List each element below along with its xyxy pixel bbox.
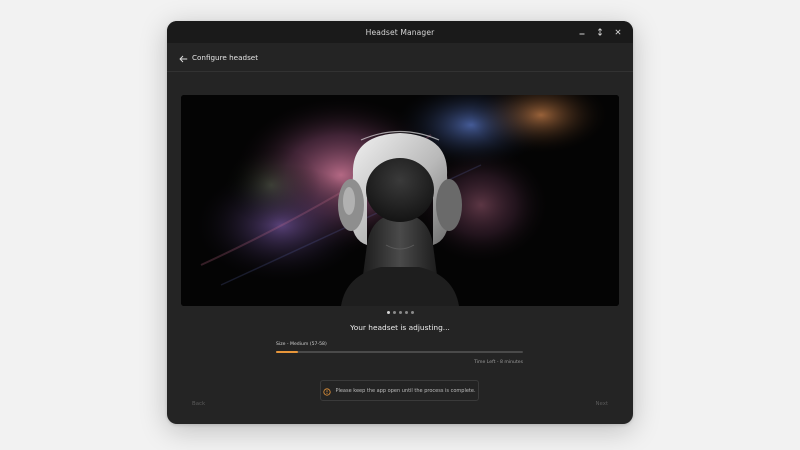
size-label: Size - Medium (57-58) — [276, 342, 327, 347]
progress-bar-fill — [276, 351, 299, 353]
page-header: Configure headset — [167, 43, 633, 72]
next-button[interactable]: Next — [595, 401, 608, 407]
carousel-dots — [167, 311, 633, 314]
arrow-left-icon — [179, 48, 188, 67]
notice-text: Please keep the app open until the proce… — [335, 387, 476, 394]
info-circle-icon — [323, 381, 332, 400]
carousel-dot[interactable] — [392, 311, 396, 314]
headset-hero-image — [181, 95, 619, 306]
maximize-icon[interactable] — [591, 21, 609, 43]
app-window: Headset Manager Configure headset Your h… — [167, 21, 633, 424]
window-title: Headset Manager — [365, 27, 435, 37]
carousel-dot[interactable] — [386, 311, 390, 314]
carousel-dot[interactable] — [398, 311, 402, 314]
status-message: Your headset is adjusting... — [350, 323, 450, 332]
window-controls — [573, 21, 627, 43]
progress-bar — [276, 351, 523, 353]
carousel-dot[interactable] — [404, 311, 408, 314]
minimize-icon[interactable] — [573, 21, 591, 43]
close-icon[interactable] — [609, 21, 627, 43]
back-to-previous-button[interactable]: Configure headset — [179, 48, 258, 67]
back-button[interactable]: Back — [192, 401, 205, 407]
notice-banner: Please keep the app open until the proce… — [320, 380, 479, 401]
title-bar: Headset Manager — [167, 21, 633, 43]
carousel-dot[interactable] — [410, 311, 414, 314]
page-title: Configure headset — [192, 52, 259, 62]
time-left-label: Time Left - 8 minutes — [474, 360, 523, 365]
